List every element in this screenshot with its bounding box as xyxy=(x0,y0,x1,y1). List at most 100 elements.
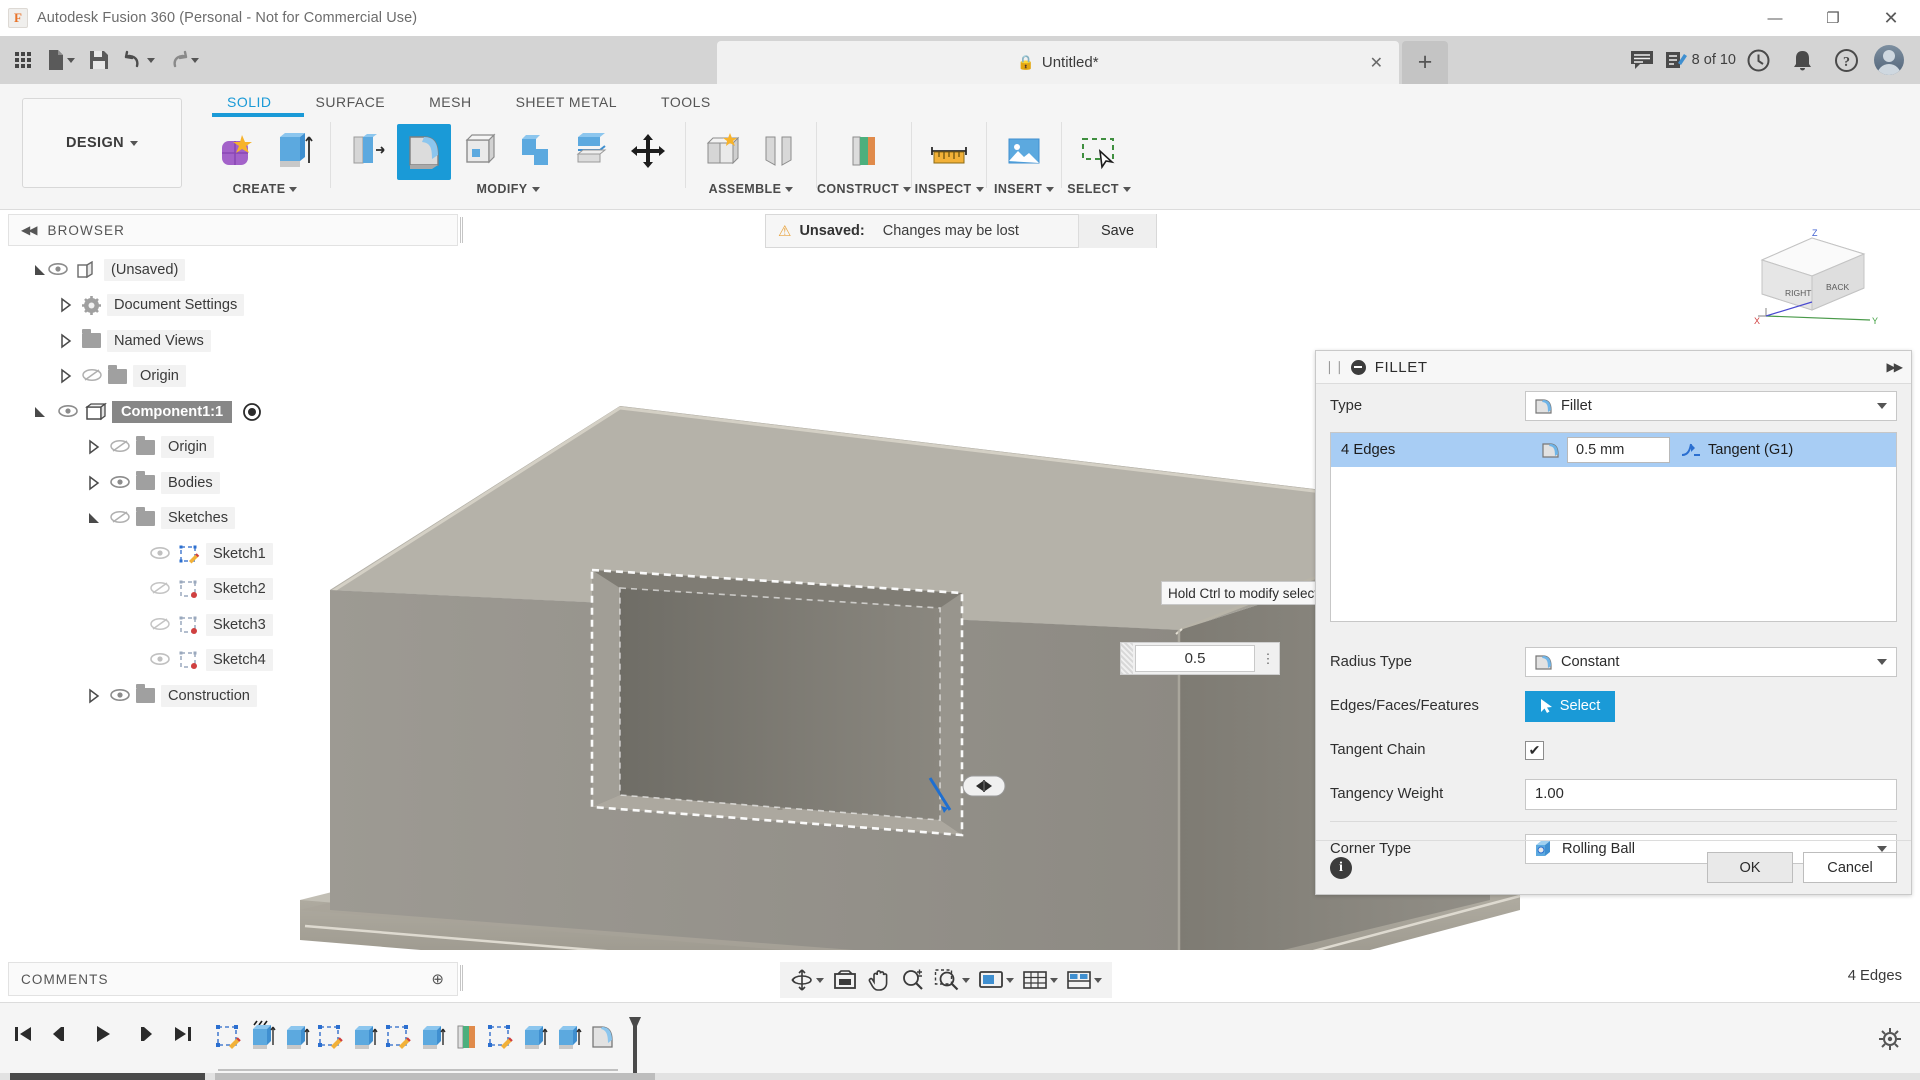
user-avatar[interactable] xyxy=(1874,45,1904,75)
save-changes-button[interactable]: Save xyxy=(1078,214,1156,248)
drag-handle[interactable] xyxy=(1121,643,1133,674)
display-settings-button[interactable] xyxy=(974,962,1018,998)
collapse-browser-icon[interactable]: ◀◀ xyxy=(21,223,35,237)
document-tab-untitled[interactable]: 🔒 Untitled* ✕ xyxy=(717,41,1399,84)
chevron-down-icon[interactable] xyxy=(1094,978,1102,983)
visibility-eye-icon[interactable] xyxy=(150,652,172,668)
chevron-down-icon[interactable] xyxy=(976,187,984,192)
look-at-button[interactable] xyxy=(828,962,862,998)
cancel-button[interactable]: Cancel xyxy=(1803,852,1897,883)
move-copy-button[interactable] xyxy=(621,124,675,180)
visibility-eye-icon[interactable] xyxy=(110,688,132,704)
visibility-eye-icon[interactable] xyxy=(150,546,172,562)
comments-resize-grip[interactable] xyxy=(460,965,463,991)
chevron-down-icon[interactable] xyxy=(816,978,824,983)
close-button[interactable]: ✕ xyxy=(1862,0,1920,36)
chevron-down-icon[interactable] xyxy=(1050,978,1058,983)
timeline-settings-button[interactable] xyxy=(1878,1027,1902,1051)
tree-item-document-settings[interactable]: Document Settings xyxy=(8,288,458,324)
fillet-type-select[interactable]: Fillet xyxy=(1525,391,1897,421)
chevron-down-icon[interactable] xyxy=(1006,978,1014,983)
tangent-chain-checkbox[interactable]: ✔ xyxy=(1525,741,1544,760)
chevron-down-icon[interactable] xyxy=(1123,187,1131,192)
jump-end-button[interactable] xyxy=(170,1021,196,1047)
visibility-eye-icon[interactable] xyxy=(48,262,70,278)
step-forward-button[interactable] xyxy=(130,1021,156,1047)
timeline-scrollbar[interactable] xyxy=(0,1073,1920,1080)
timeline-extrude-feature[interactable] xyxy=(280,1013,314,1061)
tree-item-named-views[interactable]: Named Views xyxy=(8,323,458,359)
visibility-eye-hidden-icon[interactable] xyxy=(150,617,172,633)
extrude-button[interactable] xyxy=(266,124,320,180)
tab-surface[interactable]: SURFACE xyxy=(294,88,408,116)
fillet-edge-list[interactable]: 4 Edges 0.5 mm Tangent (G1) xyxy=(1330,432,1897,622)
tree-item-origin-child[interactable]: Origin xyxy=(8,430,458,466)
timeline-extrude-feature[interactable] xyxy=(518,1013,552,1061)
grid-snaps-button[interactable] xyxy=(1018,962,1062,998)
edge-continuity[interactable]: Tangent (G1) xyxy=(1680,442,1793,458)
expand-icon[interactable]: ▶▶ xyxy=(1887,360,1901,374)
radius-value-field[interactable]: 0.5 xyxy=(1135,645,1255,672)
radius-manipulator-input[interactable]: 0.5 ⋮ xyxy=(1120,642,1280,675)
chevron-down-icon[interactable] xyxy=(289,187,297,192)
offset-face-button[interactable] xyxy=(565,124,619,180)
jobs-status-button[interactable]: 8 of 10 xyxy=(1664,36,1736,84)
view-cube[interactable]: RIGHT BACK X Y Z xyxy=(1752,228,1882,333)
timeline-sketch-feature[interactable] xyxy=(314,1013,348,1061)
timeline-plane-feature[interactable] xyxy=(450,1013,484,1061)
create-sketch-button[interactable] xyxy=(210,124,264,180)
save-button[interactable] xyxy=(82,40,116,80)
chevron-down-icon[interactable] xyxy=(532,187,540,192)
app-grid-button[interactable] xyxy=(6,40,40,80)
expander-open-icon[interactable] xyxy=(32,404,48,420)
timeline-end-marker[interactable] xyxy=(627,1015,635,1077)
radius-type-select[interactable]: Constant xyxy=(1525,647,1897,677)
visibility-eye-hidden-icon[interactable] xyxy=(110,510,132,526)
new-component-button[interactable] xyxy=(696,124,750,180)
fillet-dialog[interactable]: ❘❘ FILLET ▶▶ Type Fillet 4 xyxy=(1315,350,1912,895)
chevron-down-icon[interactable] xyxy=(1046,187,1054,192)
undo-button[interactable] xyxy=(118,40,160,80)
play-button[interactable] xyxy=(90,1021,116,1047)
expander-closed-icon[interactable] xyxy=(86,475,102,491)
tree-item-unsaved[interactable]: (Unsaved) xyxy=(8,252,458,288)
press-pull-button[interactable] xyxy=(341,124,395,180)
visibility-eye-hidden-icon[interactable] xyxy=(150,581,172,597)
pan-button[interactable] xyxy=(862,962,896,998)
jump-start-button[interactable] xyxy=(10,1021,36,1047)
browser-resize-grip[interactable] xyxy=(460,217,463,243)
info-icon[interactable]: i xyxy=(1330,857,1352,879)
visibility-eye-hidden-icon[interactable] xyxy=(82,368,104,384)
edge-radius-field[interactable]: 0.5 mm xyxy=(1567,437,1670,463)
timeline-extrude-feature-warning[interactable] xyxy=(246,1013,280,1061)
offset-plane-button[interactable] xyxy=(837,124,891,180)
expander-closed-icon[interactable] xyxy=(58,297,74,313)
timeline-extrude-feature[interactable] xyxy=(552,1013,586,1061)
comment-icon[interactable] xyxy=(1620,36,1664,84)
clock-icon[interactable] xyxy=(1736,36,1780,84)
zoom-window-button[interactable] xyxy=(930,962,974,998)
tab-mesh[interactable]: MESH xyxy=(407,88,493,116)
expander-open-icon[interactable] xyxy=(32,262,48,278)
combine-button[interactable] xyxy=(509,124,563,180)
timeline-sketch-feature[interactable] xyxy=(484,1013,518,1061)
visibility-eye-icon[interactable] xyxy=(110,475,132,491)
tree-item-sketch2[interactable]: Sketch2 xyxy=(8,572,458,608)
orbit-button[interactable] xyxy=(786,962,828,998)
select-edges-button[interactable]: Select xyxy=(1525,691,1615,722)
visibility-eye-hidden-icon[interactable] xyxy=(110,439,132,455)
chevron-down-icon[interactable] xyxy=(903,187,911,192)
comments-panel[interactable]: COMMENTS ⊕ xyxy=(8,962,458,996)
chevron-down-icon[interactable] xyxy=(785,187,793,192)
flip-direction-handle[interactable] xyxy=(962,772,1006,800)
tree-item-bodies[interactable]: Bodies xyxy=(8,465,458,501)
maximize-button[interactable]: ❐ xyxy=(1804,0,1862,36)
tree-item-sketches[interactable]: Sketches xyxy=(8,501,458,537)
tangency-weight-field[interactable]: 1.00 xyxy=(1525,779,1897,810)
minimize-icon[interactable] xyxy=(1351,360,1366,375)
tab-tools[interactable]: TOOLS xyxy=(639,88,733,116)
tree-item-sketch4[interactable]: Sketch4 xyxy=(8,643,458,679)
ok-button[interactable]: OK xyxy=(1707,852,1793,883)
help-icon[interactable]: ? xyxy=(1824,36,1868,84)
step-back-button[interactable] xyxy=(50,1021,76,1047)
